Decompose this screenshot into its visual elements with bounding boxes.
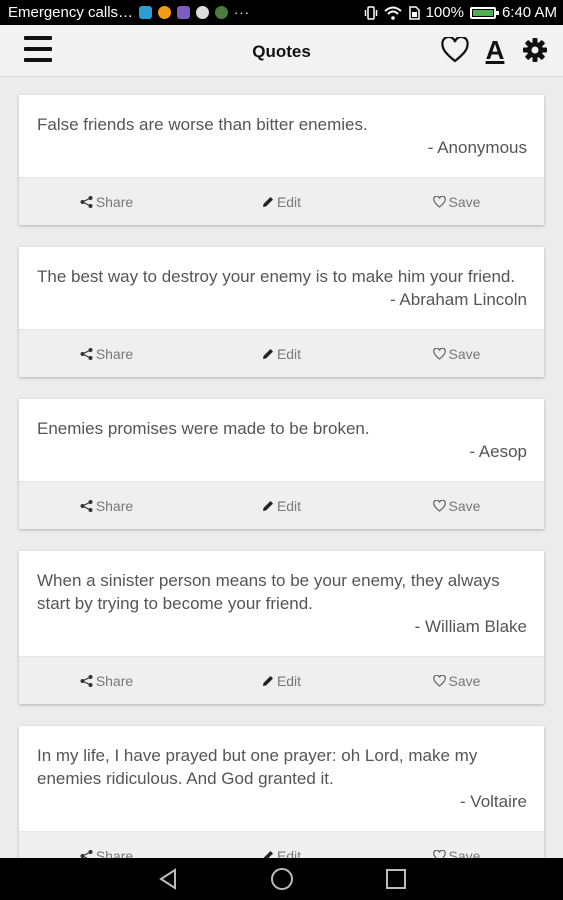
heart-outline-icon [432, 195, 446, 208]
quote-text: Enemies promises were made to be broken. [37, 419, 370, 438]
share-label: Share [95, 193, 134, 210]
share-label: Share [95, 345, 134, 362]
share-button[interactable]: Share [19, 346, 194, 362]
share-icon [80, 849, 93, 858]
share-button[interactable]: Share [19, 847, 194, 859]
sim-icon [408, 5, 420, 20]
edit-button[interactable]: Edit [194, 673, 369, 689]
share-icon [80, 499, 93, 512]
wifi-icon [383, 6, 402, 20]
notification-text: Emergency calls… [8, 4, 134, 21]
card-actions: Share Edit Save [19, 656, 544, 704]
share-button[interactable]: Share [19, 673, 194, 689]
quote-card: When a sinister person means to be your … [19, 551, 544, 704]
save-button[interactable]: Save [369, 194, 544, 210]
recents-icon[interactable] [383, 866, 409, 892]
battery-percent: 100% [425, 4, 464, 21]
battery-fill [472, 9, 493, 16]
heart-outline-icon [432, 499, 446, 512]
quote-text: In my life, I have prayed but one prayer… [37, 746, 478, 788]
more-notifications-icon: ··· [234, 5, 251, 20]
quote-text: The best way to destroy your enemy is to… [37, 267, 516, 286]
quote-text: When a sinister person means to be your … [37, 571, 500, 613]
vibrate-icon [364, 5, 377, 20]
quote-author: - Anonymous [427, 138, 527, 157]
heart-outline-icon [432, 347, 446, 360]
quote-author: - Abraham Lincoln [389, 290, 527, 309]
share-icon [80, 347, 93, 360]
card-actions: Share Edit Save [19, 329, 544, 377]
share-icon [80, 674, 93, 687]
quote-card: False friends are worse than bitter enem… [19, 95, 544, 225]
quote-author: - Aesop [469, 442, 527, 461]
quote-author: - Voltaire [459, 792, 527, 811]
card-actions: Share Edit Save [19, 831, 544, 858]
edit-label: Edit [276, 497, 302, 514]
card-actions: Share Edit Save [19, 177, 544, 225]
quote-text: False friends are worse than bitter enem… [37, 115, 368, 134]
edit-label: Edit [276, 345, 302, 362]
share-label: Share [95, 497, 134, 514]
font-icon[interactable]: A [481, 35, 509, 65]
save-button[interactable]: Save [369, 498, 544, 514]
save-label: Save [448, 193, 481, 210]
app-notification-icon [196, 6, 210, 19]
pencil-icon [263, 850, 273, 858]
save-label: Save [448, 847, 481, 859]
gear-icon[interactable] [521, 35, 549, 65]
app-notification-icon [158, 6, 172, 19]
share-button[interactable]: Share [19, 498, 194, 514]
back-icon[interactable] [155, 866, 181, 892]
pencil-icon [262, 348, 273, 359]
edit-button[interactable]: Edit [194, 194, 369, 210]
quote-body: False friends are worse than bitter enem… [19, 95, 544, 177]
status-left: Emergency calls… ··· [8, 4, 250, 21]
pencil-icon [262, 500, 273, 511]
app-notification-icon [215, 6, 229, 19]
battery-icon [469, 6, 499, 19]
heart-outline-icon [432, 849, 446, 858]
heart-outline-icon [432, 674, 446, 687]
quote-list[interactable]: False friends are worse than bitter enem… [0, 77, 563, 858]
clock: 6:40 AM [501, 4, 557, 21]
pencil-icon [262, 196, 273, 207]
edit-button[interactable]: Edit [194, 847, 369, 859]
edit-label: Edit [276, 847, 302, 859]
edit-button[interactable]: Edit [194, 346, 369, 362]
quote-body: The best way to destroy your enemy is to… [19, 247, 544, 329]
quote-author: - William Blake [414, 617, 527, 636]
share-label: Share [95, 672, 134, 689]
share-icon [80, 195, 93, 208]
share-label: Share [95, 847, 134, 859]
app-bar-actions: A [441, 35, 549, 65]
status-right: 100% 6:40 AM [364, 4, 557, 21]
quote-body: When a sinister person means to be your … [19, 551, 544, 656]
save-button[interactable]: Save [369, 346, 544, 362]
share-button[interactable]: Share [19, 194, 194, 210]
status-bar: Emergency calls… ··· 100% 6:40 AM [0, 0, 563, 25]
save-button[interactable]: Save [369, 673, 544, 689]
app-notification-icon [139, 6, 153, 19]
quote-card: Enemies promises were made to be broken.… [19, 399, 544, 529]
navigation-bar [0, 858, 563, 900]
heart-icon[interactable] [441, 35, 469, 65]
app-bar: Quotes A [0, 25, 563, 77]
edit-label: Edit [276, 672, 302, 689]
save-button[interactable]: Save [369, 847, 544, 859]
save-label: Save [448, 345, 481, 362]
quote-card: The best way to destroy your enemy is to… [19, 247, 544, 377]
edit-button[interactable]: Edit [194, 498, 369, 514]
app-notification-icon [177, 6, 191, 19]
quote-body: In my life, I have prayed but one prayer… [19, 726, 544, 831]
save-label: Save [448, 497, 481, 514]
pencil-icon [262, 675, 273, 686]
card-actions: Share Edit Save [19, 481, 544, 529]
save-label: Save [448, 672, 481, 689]
menu-icon[interactable] [24, 36, 52, 62]
quote-card: In my life, I have prayed but one prayer… [19, 726, 544, 858]
edit-label: Edit [276, 193, 302, 210]
quote-body: Enemies promises were made to be broken.… [19, 399, 544, 481]
home-icon[interactable] [269, 866, 295, 892]
